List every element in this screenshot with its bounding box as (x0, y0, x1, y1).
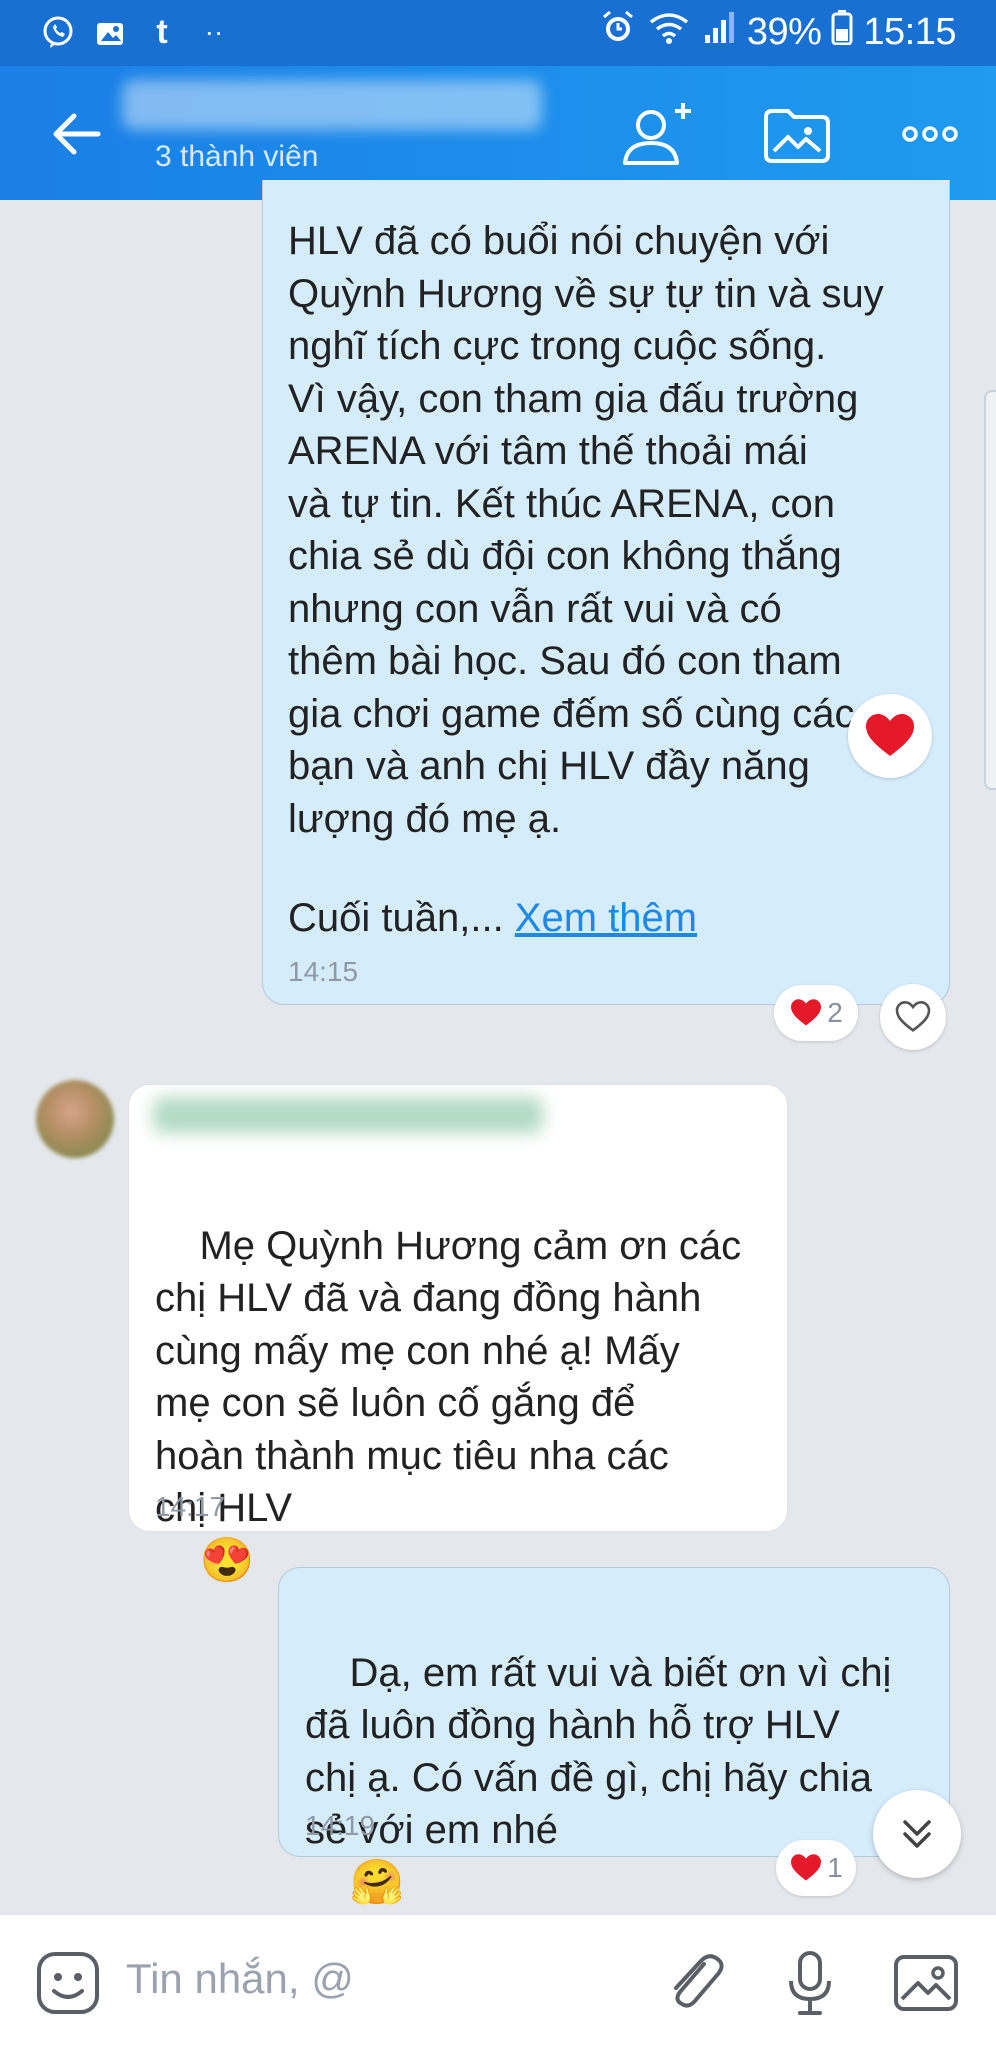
message-text: Dạ, em rất vui và biết ơn vì chị đã luôn… (305, 1650, 892, 1853)
message-text: HLV đã có buổi nói chuyện với Quỳnh Hươn… (288, 219, 884, 841)
add-user-icon (623, 103, 691, 165)
clock: 15:15 (863, 10, 956, 53)
sticker-icon (37, 1952, 99, 2014)
microphone-icon (789, 1951, 831, 2015)
react-button[interactable] (880, 984, 946, 1050)
wifi-icon (647, 8, 691, 56)
scroll-to-bottom-button[interactable] (873, 1790, 961, 1878)
image-icon (894, 1955, 958, 2011)
message-bubble-incoming[interactable]: Mẹ Quỳnh Hương cảm ơn các chị HLV đã và … (128, 1084, 788, 1585)
sticker-button[interactable] (30, 1945, 106, 2021)
group-title-redacted[interactable] (122, 80, 542, 130)
attach-button[interactable] (656, 1945, 732, 2021)
message-bubble-outgoing[interactable]: Dạ, em rất vui và biết ơn vì chị đã luôn… (278, 1567, 950, 1907)
message-time: 14:19 (305, 1810, 376, 1841)
message-text-block: Dạ, em rất vui và biết ơn vì chị đã luôn… (305, 1594, 935, 1963)
battery-percent: 39% (746, 10, 822, 53)
member-count[interactable]: 3 thành viên (155, 140, 318, 174)
reaction-count-pill[interactable]: 2 (774, 985, 858, 1041)
reaction-count-pill[interactable]: 1 (776, 1840, 856, 1896)
status-right: 39% 15:15 (599, 10, 956, 54)
message-input-bar: Tin nhắn, @ (0, 1914, 996, 2047)
message-more-row: Cuối tuần,... Xem thêm (288, 892, 697, 944)
back-button[interactable] (44, 104, 108, 164)
battery-icon (831, 9, 853, 55)
photo-button[interactable] (888, 1945, 964, 2021)
reaction-count: 1 (827, 1852, 843, 1883)
scrollbar[interactable] (984, 390, 996, 790)
voice-button[interactable] (772, 1945, 848, 2021)
heart-icon (866, 714, 914, 756)
reaction-count: 2 (827, 997, 843, 1028)
message-time: 14:17 (155, 1491, 226, 1522)
double-chevron-down-icon (903, 1820, 931, 1848)
message-bubble-outgoing[interactable]: HLV đã có buổi nói chuyện với Quỳnh Hươn… (262, 180, 950, 1005)
message-text: Mẹ Quỳnh Hương cảm ơn các chị HLV đã và … (155, 1223, 742, 1531)
tumblr-icon: t (156, 12, 168, 51)
message-input[interactable]: Tin nhắn, @ (126, 1955, 354, 2003)
more-options-button[interactable] (890, 94, 970, 174)
media-folder-button[interactable] (757, 94, 837, 174)
status-left-icons: t ·· (40, 12, 232, 52)
heart-outline-icon (895, 1001, 931, 1033)
add-member-button[interactable] (620, 94, 700, 174)
emoji-heart-eyes: 😍 (199, 1535, 255, 1585)
sender-name-redacted (153, 1097, 543, 1133)
heart-icon (791, 999, 822, 1026)
avatar[interactable] (36, 1080, 114, 1158)
paperclip-icon (674, 1954, 724, 2008)
see-more-link[interactable]: Xem thêm (515, 896, 697, 940)
status-bar: t ·· 39% 15:15 (0, 0, 996, 66)
gallery-icon (92, 14, 128, 50)
arrow-left-icon (53, 113, 101, 155)
message-time: 14:15 (288, 956, 359, 987)
signal-icon (701, 9, 737, 55)
alarm-icon (599, 8, 637, 56)
heart-icon (791, 1854, 822, 1881)
reaction-heart-bubble[interactable] (848, 694, 932, 778)
viber-icon (40, 14, 76, 50)
emoji-hug: 🤗 (349, 1857, 405, 1907)
message-truncated-text: Cuối tuần,... (288, 896, 515, 940)
more-dots-icon: ·· (204, 16, 224, 47)
more-horizontal-icon (902, 126, 958, 142)
photo-folder-icon (764, 109, 830, 163)
